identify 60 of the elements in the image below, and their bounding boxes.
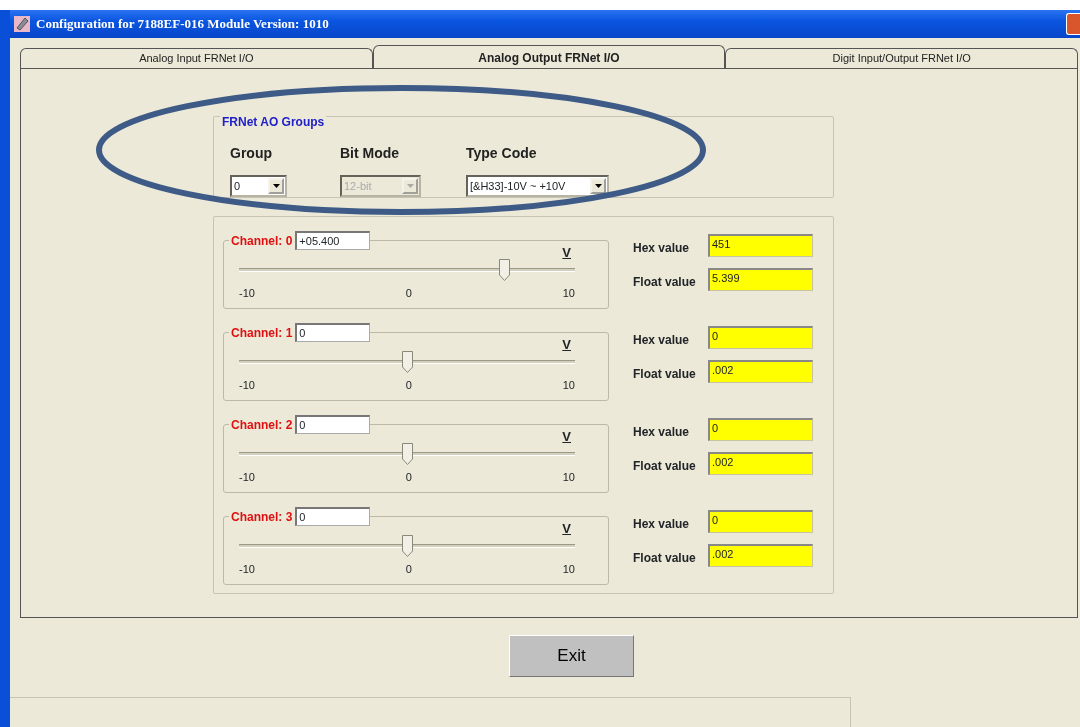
scale-label: 10 <box>562 378 575 393</box>
scale-label: 10 <box>562 562 575 577</box>
field-label: Float value <box>633 550 697 567</box>
float-value-field[interactable]: .002 <box>708 543 813 567</box>
scale-label: -10 <box>239 286 255 301</box>
exit-button[interactable]: Exit <box>509 635 634 677</box>
field-label: Type Code <box>466 144 538 163</box>
channel-label: Channel: 1 <box>230 324 293 342</box>
field-label: Hex value <box>633 424 691 441</box>
tab[interactable]: Analog Input FRNet I/O <box>20 48 373 68</box>
channel-label: Channel: 2 <box>230 416 293 434</box>
field-label: Float value <box>633 458 697 475</box>
caret-icon <box>406 184 414 188</box>
field-label: Bit Mode <box>340 144 401 163</box>
scale-label: 10 <box>562 470 575 485</box>
value-field[interactable]: 0 <box>295 323 371 342</box>
close-button[interactable] <box>1066 13 1080 35</box>
slider-thumb[interactable] <box>499 259 511 281</box>
pen-icon <box>14 16 30 32</box>
scale-label: 10 <box>562 286 575 301</box>
dropdown[interactable]: 0 <box>230 175 287 197</box>
scale-label: 0 <box>405 470 412 485</box>
unit-label: V <box>562 336 571 354</box>
unit-label: V <box>562 244 571 262</box>
value-field[interactable]: 0 <box>295 415 371 434</box>
hex-value-field[interactable]: 451 <box>708 233 813 257</box>
slider-thumb[interactable] <box>402 535 413 557</box>
group-title: FRNet AO Groups <box>220 115 327 129</box>
value-field[interactable]: 0 <box>295 507 371 526</box>
scale-label: -10 <box>239 562 255 577</box>
tab[interactable]: Analog Output FRNet I/O <box>372 45 726 68</box>
dropdown[interactable]: [&H33]-10V ~ +10V <box>466 175 609 197</box>
scale-label: 0 <box>405 286 412 301</box>
field-label: Float value <box>633 274 697 291</box>
slider-thumb[interactable] <box>402 351 413 373</box>
hex-value-field[interactable]: 0 <box>708 417 813 441</box>
float-value-field[interactable]: .002 <box>708 451 813 475</box>
tab[interactable]: Digit Input/Output FRNet I/O <box>725 48 1078 68</box>
hex-value-field[interactable]: 0 <box>708 325 813 349</box>
value-field[interactable]: +05.400 <box>295 231 371 250</box>
field-label: Hex value <box>633 240 691 257</box>
scale-label: -10 <box>239 378 255 393</box>
field-label: Group <box>230 144 273 163</box>
unit-label: V <box>562 520 571 538</box>
slider-thumb[interactable] <box>402 443 413 465</box>
window-title: Configuration for 7188EF-016 Module Version: 1010 <box>36 15 329 34</box>
caret-icon <box>594 184 602 188</box>
field-label: Float value <box>633 366 697 383</box>
scale-label: 0 <box>405 562 412 577</box>
float-value-field[interactable]: .002 <box>708 359 813 383</box>
scale-label: 0 <box>405 378 412 393</box>
hex-value-field[interactable]: 0 <box>708 509 813 533</box>
float-value-field[interactable]: 5.399 <box>708 267 813 291</box>
channel-label: Channel: 0 <box>230 232 293 250</box>
caret-icon <box>272 184 280 188</box>
channel-label: Channel: 3 <box>230 508 293 526</box>
unit-label: V <box>562 428 571 446</box>
scale-label: -10 <box>239 470 255 485</box>
field-label: Hex value <box>633 516 691 533</box>
field-label: Hex value <box>633 332 691 349</box>
